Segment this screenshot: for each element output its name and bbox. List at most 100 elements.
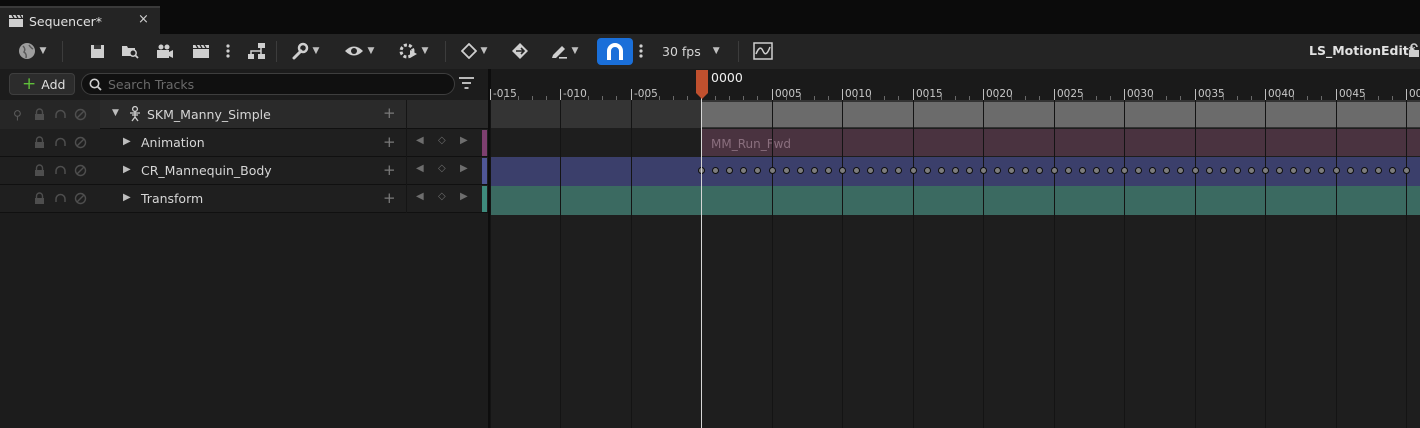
keyframe-marker[interactable] [1248, 167, 1255, 174]
keyframe-marker[interactable] [783, 167, 790, 174]
keyframe-marker[interactable] [1347, 167, 1354, 174]
mute-icon[interactable] [74, 164, 87, 177]
curve-editor-button[interactable] [750, 38, 776, 64]
keyframe-marker[interactable] [1403, 167, 1410, 174]
keyframe-marker[interactable] [1135, 167, 1142, 174]
next-key-icon[interactable]: ▶ [460, 135, 468, 146]
collapse-arrow-icon[interactable]: ▶ [123, 164, 131, 175]
headphones-icon[interactable] [54, 164, 67, 177]
auto-key-button[interactable] [508, 38, 532, 64]
collapse-arrow-icon[interactable]: ▶ [123, 136, 131, 147]
lock-icon[interactable] [33, 108, 46, 121]
save-button[interactable] [86, 38, 108, 64]
headphones-icon[interactable] [54, 192, 67, 205]
track-row-transform[interactable]: ▶ Transform + ◀ ◇ ▶ [0, 185, 488, 213]
keyframe-marker[interactable] [740, 167, 747, 174]
world-menu-button[interactable]: ▼ [12, 38, 52, 64]
keyframe-marker[interactable] [1149, 167, 1156, 174]
keyframe-marker[interactable] [1234, 167, 1241, 174]
mute-icon[interactable] [74, 108, 87, 121]
view-menu-button[interactable]: ▼ [340, 38, 378, 64]
keyframe-marker[interactable] [712, 167, 719, 174]
next-key-icon[interactable]: ▶ [460, 163, 468, 174]
collapse-arrow-icon[interactable]: ▶ [123, 192, 131, 203]
keyframe-marker[interactable] [1206, 167, 1213, 174]
keyframe-marker[interactable] [1008, 167, 1015, 174]
mute-icon[interactable] [74, 136, 87, 149]
filter-icon[interactable] [459, 77, 474, 90]
tools-menu-button[interactable]: ▼ [286, 38, 324, 64]
keyframe-marker[interactable] [867, 167, 874, 174]
keyframe-marker[interactable] [1304, 167, 1311, 174]
keyframe-marker[interactable] [1333, 167, 1340, 174]
snapping-toggle[interactable] [597, 38, 633, 65]
keyframe-marker[interactable] [825, 167, 832, 174]
track-row-animation[interactable]: ▶ Animation + ◀ ◇ ▶ [0, 129, 488, 157]
keyframe-marker[interactable] [1290, 167, 1297, 174]
snapping-options-button[interactable] [636, 38, 646, 64]
find-in-browser-button[interactable] [118, 38, 142, 64]
track-area[interactable]: MM_Run_Fwd [490, 100, 1420, 428]
keyframe-marker[interactable] [853, 167, 860, 174]
keyframe-marker[interactable] [1177, 167, 1184, 174]
headphones-icon[interactable] [54, 136, 67, 149]
previous-key-icon[interactable]: ◀ [416, 191, 424, 202]
add-key-icon[interactable]: ◇ [438, 163, 446, 174]
keyframe-marker[interactable] [938, 167, 945, 174]
keyframe-marker[interactable] [1036, 167, 1043, 174]
keyframe-marker[interactable] [895, 167, 902, 174]
keyframe-marker[interactable] [1051, 167, 1058, 174]
next-key-icon[interactable]: ▶ [460, 191, 468, 202]
keyframe-marker[interactable] [966, 167, 973, 174]
tab-sequencer[interactable]: Sequencer* × [0, 6, 160, 34]
add-subtrack-button[interactable]: + [383, 104, 396, 122]
keyframe-marker[interactable] [1093, 167, 1100, 174]
pin-icon[interactable]: ⚲ [13, 108, 26, 122]
more-options-button[interactable] [223, 38, 233, 64]
time-ruler[interactable]: -015 -010 -005 0005 0010 0015 0020 0025 0030 0035… [490, 69, 1420, 100]
keyframe-marker[interactable] [980, 167, 987, 174]
expand-arrow-icon[interactable]: ▼ [112, 108, 119, 118]
edit-mode-button[interactable]: ▼ [545, 38, 583, 64]
add-section-button[interactable]: + [383, 133, 396, 151]
previous-key-icon[interactable]: ◀ [416, 135, 424, 146]
keyframe-marker[interactable] [952, 167, 959, 174]
playhead-handle[interactable] [696, 70, 708, 99]
keyframe-marker[interactable] [1121, 167, 1128, 174]
keyframe-marker[interactable] [1107, 167, 1114, 174]
keyframe-marker[interactable] [924, 167, 931, 174]
lock-icon[interactable] [33, 192, 46, 205]
search-tracks-field[interactable]: Search Tracks [81, 73, 455, 95]
keyframe-marker[interactable] [1220, 167, 1227, 174]
keyframe-marker[interactable] [1389, 167, 1396, 174]
previous-key-icon[interactable]: ◀ [416, 163, 424, 174]
keyframe-marker[interactable] [1262, 167, 1269, 174]
keyframe-marker[interactable] [910, 167, 917, 174]
keyframe-marker[interactable] [1318, 167, 1325, 174]
keyframe-marker[interactable] [769, 167, 776, 174]
add-section-button[interactable]: + [383, 189, 396, 207]
create-camera-button[interactable] [154, 38, 176, 64]
playback-options-button[interactable]: ▼ [394, 38, 432, 64]
add-key-icon[interactable]: ◇ [438, 135, 446, 146]
hierarchy-button[interactable] [244, 38, 268, 64]
lock-icon[interactable] [33, 136, 46, 149]
frame-rate-dropdown[interactable]: 30 fps ▼ [654, 38, 726, 64]
render-movie-button[interactable] [190, 38, 212, 64]
track-row-control-rig[interactable]: ▶ CR_Mannequin_Body + ◀ ◇ ▶ [0, 157, 488, 185]
keyframe-marker[interactable] [1079, 167, 1086, 174]
keyframe-marker[interactable] [1375, 167, 1382, 174]
keyframe-marker[interactable] [1022, 167, 1029, 174]
keyframe-marker[interactable] [839, 167, 846, 174]
keyframe-marker[interactable] [754, 167, 761, 174]
keyframe-marker[interactable] [1163, 167, 1170, 174]
headphones-icon[interactable] [54, 108, 67, 121]
close-tab-button[interactable]: × [138, 12, 149, 27]
keyframe-marker[interactable] [994, 167, 1001, 174]
mute-icon[interactable] [74, 192, 87, 205]
keyframe-marker[interactable] [1361, 167, 1368, 174]
keyframe-marker[interactable] [797, 167, 804, 174]
keyframe-marker[interactable] [726, 167, 733, 174]
keyframe-marker[interactable] [1276, 167, 1283, 174]
unlock-icon[interactable] [1408, 43, 1420, 58]
